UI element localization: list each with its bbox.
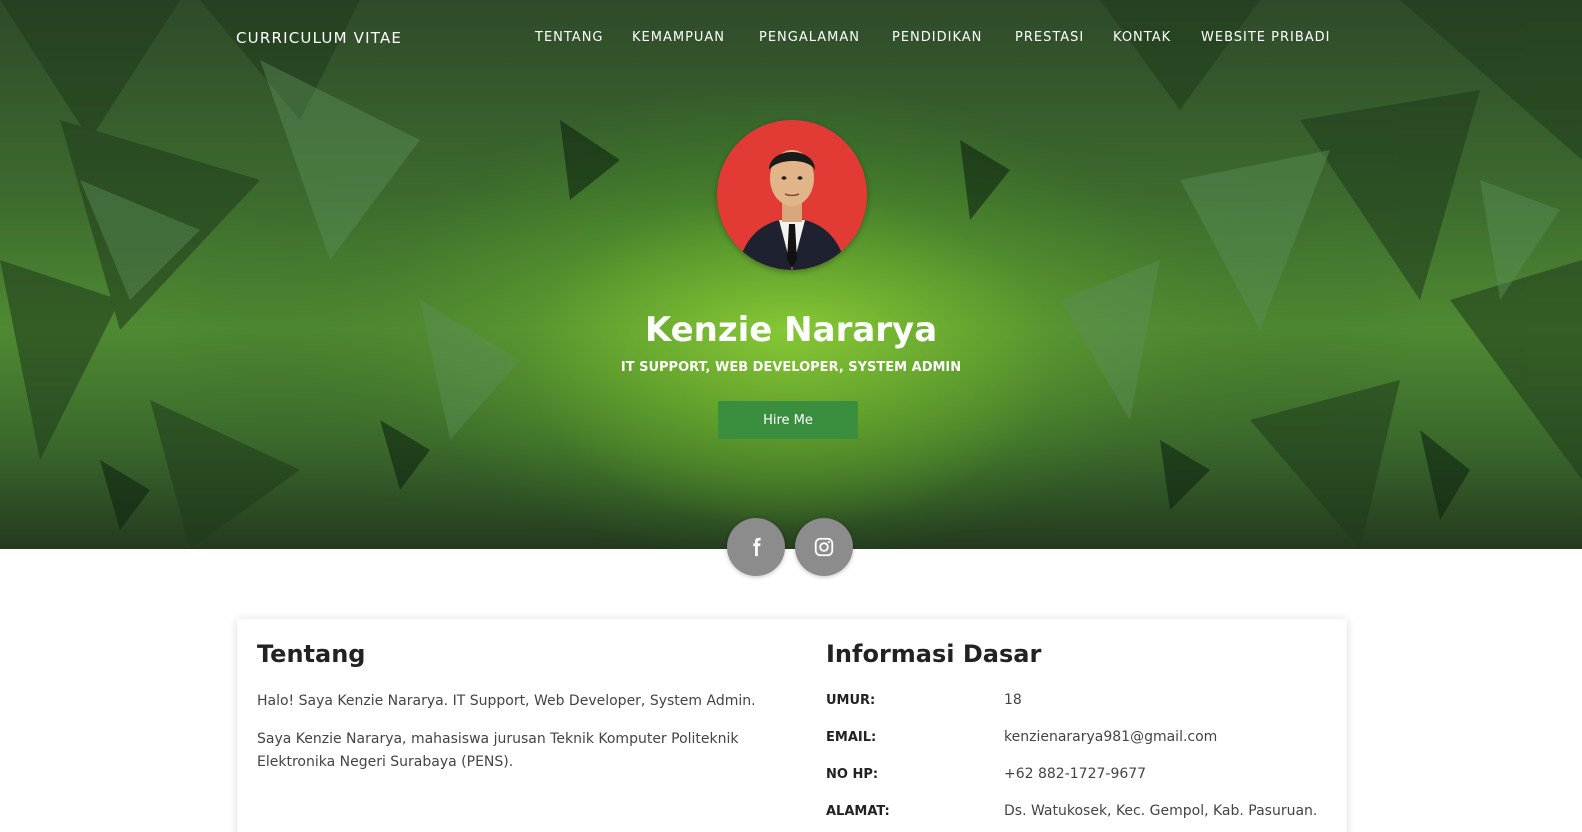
main-nav: TENTANG KEMAMPUAN PENGALAMAN PENDIDIKAN … [0, 30, 1582, 50]
info-value-umur: 18 [1004, 692, 1022, 708]
about-heading: Tentang [257, 640, 366, 668]
nav-item-pendidikan[interactable]: PENDIDIKAN [892, 30, 982, 45]
info-label-alamat: ALAMAT: [826, 804, 890, 819]
hire-me-button[interactable]: Hire Me [718, 401, 858, 439]
instagram-icon [814, 537, 834, 557]
hero-background [0, 0, 1582, 549]
info-value-no-hp: +62 882-1727-9677 [1004, 766, 1147, 782]
nav-item-kemampuan[interactable]: KEMAMPUAN [632, 30, 725, 45]
about-paragraph-1: Halo! Saya Kenzie Nararya. IT Support, W… [257, 693, 756, 709]
about-card [237, 619, 1347, 832]
info-label-umur: UMUR: [826, 693, 876, 708]
hero-section: CURRICULUM VITAE TENTANG KEMAMPUAN PENGA… [0, 0, 1582, 549]
facebook-icon [753, 537, 761, 557]
info-label-email: EMAIL: [826, 730, 877, 745]
info-heading: Informasi Dasar [826, 640, 1042, 668]
about-paragraph-2-line-1: Saya Kenzie Nararya, mahasiswa jurusan T… [257, 731, 739, 747]
profile-photo [717, 120, 867, 270]
info-value-email: kenzienararya981@gmail.com [1004, 729, 1218, 745]
profile-title: IT SUPPORT, WEB DEVELOPER, SYSTEM ADMIN [620, 360, 962, 375]
nav-item-tentang[interactable]: TENTANG [535, 30, 604, 45]
nav-item-pengalaman[interactable]: PENGALAMAN [759, 30, 860, 45]
info-value-alamat: Ds. Watukosek, Kec. Gempol, Kab. Pasurua… [1004, 803, 1318, 819]
avatar [717, 120, 867, 270]
profile-name: Kenzie Nararya [644, 310, 938, 350]
instagram-button[interactable] [795, 518, 853, 576]
about-paragraph-2-line-2: Elektronika Negeri Surabaya (PENS). [257, 754, 514, 770]
facebook-button[interactable] [727, 518, 785, 576]
nav-item-kontak[interactable]: KONTAK [1113, 30, 1171, 45]
info-label-no-hp: NO HP: [826, 767, 879, 782]
nav-item-prestasi[interactable]: PRESTASI [1015, 30, 1084, 45]
nav-item-website-pribadi[interactable]: WEBSITE PRIBADI [1201, 30, 1331, 45]
